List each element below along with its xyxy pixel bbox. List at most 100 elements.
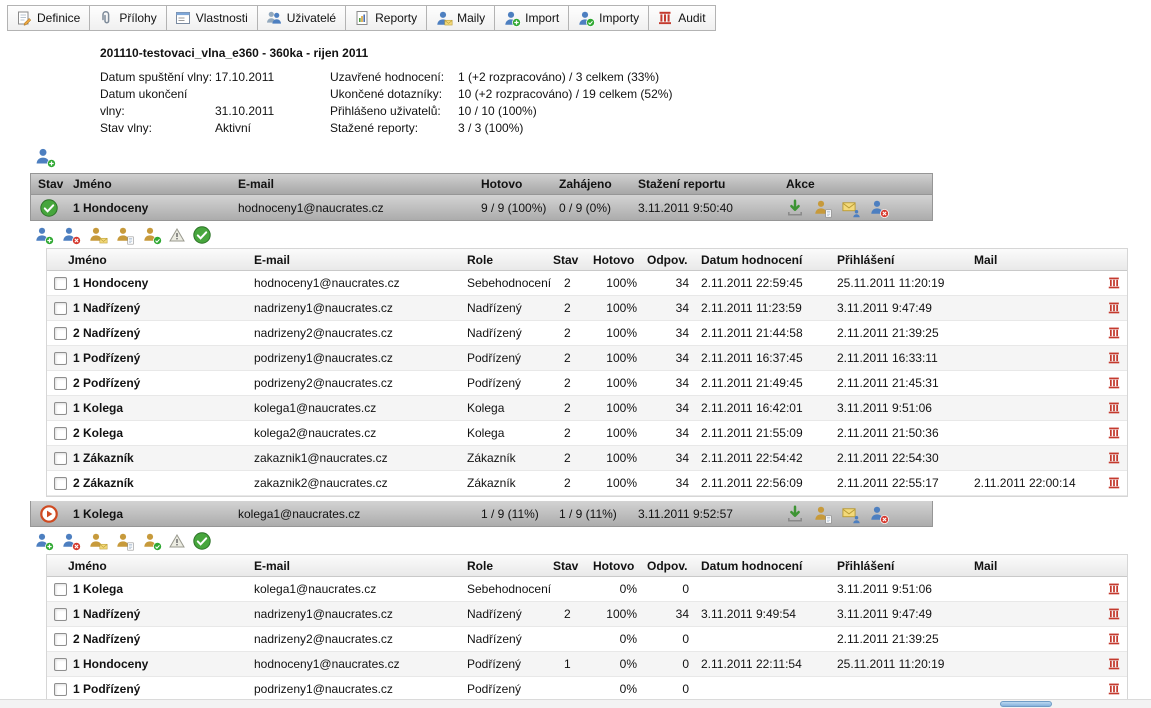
tab-import[interactable]: Import xyxy=(494,5,569,31)
row-checkbox[interactable] xyxy=(54,583,67,596)
row-name: 2 Zákazník xyxy=(67,476,254,490)
wave-title: 201110-testovaci_vlna_e360 - 360ka - rij… xyxy=(100,46,1151,60)
remove-user-icon[interactable] xyxy=(61,226,80,244)
audit-icon[interactable] xyxy=(1107,632,1121,646)
row-checkbox[interactable] xyxy=(54,608,67,621)
row-checkbox[interactable] xyxy=(54,658,67,671)
tab-reporty[interactable]: Reporty xyxy=(345,5,427,31)
audit-icon[interactable] xyxy=(1107,426,1121,440)
audit-icon[interactable] xyxy=(1107,401,1121,415)
row-checkbox[interactable] xyxy=(54,327,67,340)
row-checkbox[interactable] xyxy=(54,452,67,465)
audit-icon[interactable] xyxy=(1107,326,1121,340)
audit-icon[interactable] xyxy=(1107,276,1121,290)
info-label: Ukončené dotazníky: xyxy=(330,86,458,103)
download-report-icon[interactable] xyxy=(786,505,804,523)
user-report-icon[interactable] xyxy=(813,505,832,523)
group-actions xyxy=(779,199,932,217)
group-row[interactable]: 1 Hondoceny hodnoceny1@naucrates.cz 9 / … xyxy=(30,195,933,221)
user-report-icon[interactable] xyxy=(115,226,134,244)
audit-icon[interactable] xyxy=(1107,376,1121,390)
deactivate-user-icon[interactable] xyxy=(869,505,888,523)
complete-check-icon[interactable] xyxy=(193,532,211,550)
row-name: 1 Kolega xyxy=(67,401,254,415)
info-label: Datum spuštění vlny: xyxy=(100,69,215,86)
audit-icon[interactable] xyxy=(1107,657,1121,671)
user-report-icon[interactable] xyxy=(115,532,134,550)
tab-maily[interactable]: Maily xyxy=(426,5,495,31)
tab-prilohy[interactable]: Přílohy xyxy=(89,5,166,31)
audit-icon[interactable] xyxy=(1107,451,1121,465)
user-mail-icon[interactable] xyxy=(88,226,107,244)
row-email: zakaznik2@naucrates.cz xyxy=(254,476,467,490)
row-name: 2 Nadřízený xyxy=(67,326,254,340)
remove-user-icon[interactable] xyxy=(61,532,80,550)
row-checkbox[interactable] xyxy=(54,402,67,415)
row-role: Podřízený xyxy=(467,657,553,671)
column-header-akce: Akce xyxy=(779,177,932,191)
add-user-icon[interactable] xyxy=(34,532,53,550)
tab-importy[interactable]: Importy xyxy=(568,5,649,31)
horizontal-scrollbar[interactable] xyxy=(0,699,1151,708)
group-row[interactable]: 1 Kolega kolega1@naucrates.cz 1 / 9 (11%… xyxy=(30,501,933,527)
column-header-prihlaseni: Přihlášení xyxy=(837,253,967,267)
row-stav: 2 xyxy=(553,326,591,340)
row-odpov: 34 xyxy=(643,351,691,365)
user-mail-icon[interactable] xyxy=(88,532,107,550)
deactivate-user-icon[interactable] xyxy=(869,199,888,217)
complete-check-icon[interactable] xyxy=(193,226,211,244)
row-datum-hodnoceni: 3.11.2011 9:49:54 xyxy=(691,607,837,621)
user-confirm-icon[interactable] xyxy=(142,532,161,550)
row-checkbox[interactable] xyxy=(54,633,67,646)
row-stav: 2 xyxy=(553,476,591,490)
scrollbar-thumb[interactable] xyxy=(1000,701,1052,707)
audit-icon[interactable] xyxy=(1107,582,1121,596)
audit-icon[interactable] xyxy=(1107,682,1121,696)
row-role: Podřízený xyxy=(467,682,553,696)
tab-definice[interactable]: Definice xyxy=(7,5,90,31)
table-row: 1 Nadřízený nadrizeny1@naucrates.cz Nadř… xyxy=(47,602,1127,627)
warning-icon[interactable] xyxy=(169,227,185,243)
table-row: 2 Nadřízený nadrizeny2@naucrates.cz Nadř… xyxy=(47,321,1127,346)
row-checkbox[interactable] xyxy=(54,477,67,490)
column-header-role: Role xyxy=(467,559,553,573)
add-rated-user-button[interactable] xyxy=(34,147,55,167)
warning-icon[interactable] xyxy=(169,533,185,549)
tab-audit[interactable]: Audit xyxy=(648,5,715,31)
row-datum-hodnoceni: 2.11.2011 22:11:54 xyxy=(691,657,837,671)
tab-uzivatele[interactable]: Uživatelé xyxy=(257,5,346,31)
row-checkbox[interactable] xyxy=(54,302,67,315)
row-checkbox[interactable] xyxy=(54,683,67,696)
row-prihlaseni: 3.11.2011 9:47:49 xyxy=(837,301,967,315)
table-row: 1 Hondoceny hodnoceny1@naucrates.cz Podř… xyxy=(47,652,1127,677)
row-hotovo: 0% xyxy=(591,632,643,646)
row-name: 1 Hondoceny xyxy=(67,276,254,290)
tab-vlastnosti[interactable]: Vlastnosti xyxy=(166,5,258,31)
row-checkbox[interactable] xyxy=(54,427,67,440)
add-user-icon[interactable] xyxy=(34,226,53,244)
row-datum-hodnoceni: 2.11.2011 16:37:45 xyxy=(691,351,837,365)
user-mail-icon[interactable] xyxy=(841,505,860,523)
row-checkbox[interactable] xyxy=(54,352,67,365)
row-datum-hodnoceni: 2.11.2011 21:55:09 xyxy=(691,426,837,440)
import-icon xyxy=(503,10,520,26)
info-value: Aktivní xyxy=(215,121,251,135)
properties-icon xyxy=(175,10,191,26)
row-checkbox[interactable] xyxy=(54,277,67,290)
user-confirm-icon[interactable] xyxy=(142,226,161,244)
audit-icon[interactable] xyxy=(1107,351,1121,365)
info-label: Přihlášeno uživatelů: xyxy=(330,103,458,120)
user-report-icon[interactable] xyxy=(813,199,832,217)
row-role: Nadřízený xyxy=(467,607,553,621)
audit-icon[interactable] xyxy=(1107,301,1121,315)
row-checkbox[interactable] xyxy=(54,377,67,390)
download-report-icon[interactable] xyxy=(786,199,804,217)
row-odpov: 34 xyxy=(643,276,691,290)
column-header-stav: Stav xyxy=(31,177,67,191)
row-prihlaseni: 2.11.2011 21:39:25 xyxy=(837,632,967,646)
audit-icon[interactable] xyxy=(1107,607,1121,621)
column-header-email: E-mail xyxy=(238,177,479,191)
row-role: Kolega xyxy=(467,426,553,440)
user-mail-icon[interactable] xyxy=(841,199,860,217)
audit-icon[interactable] xyxy=(1107,476,1121,490)
